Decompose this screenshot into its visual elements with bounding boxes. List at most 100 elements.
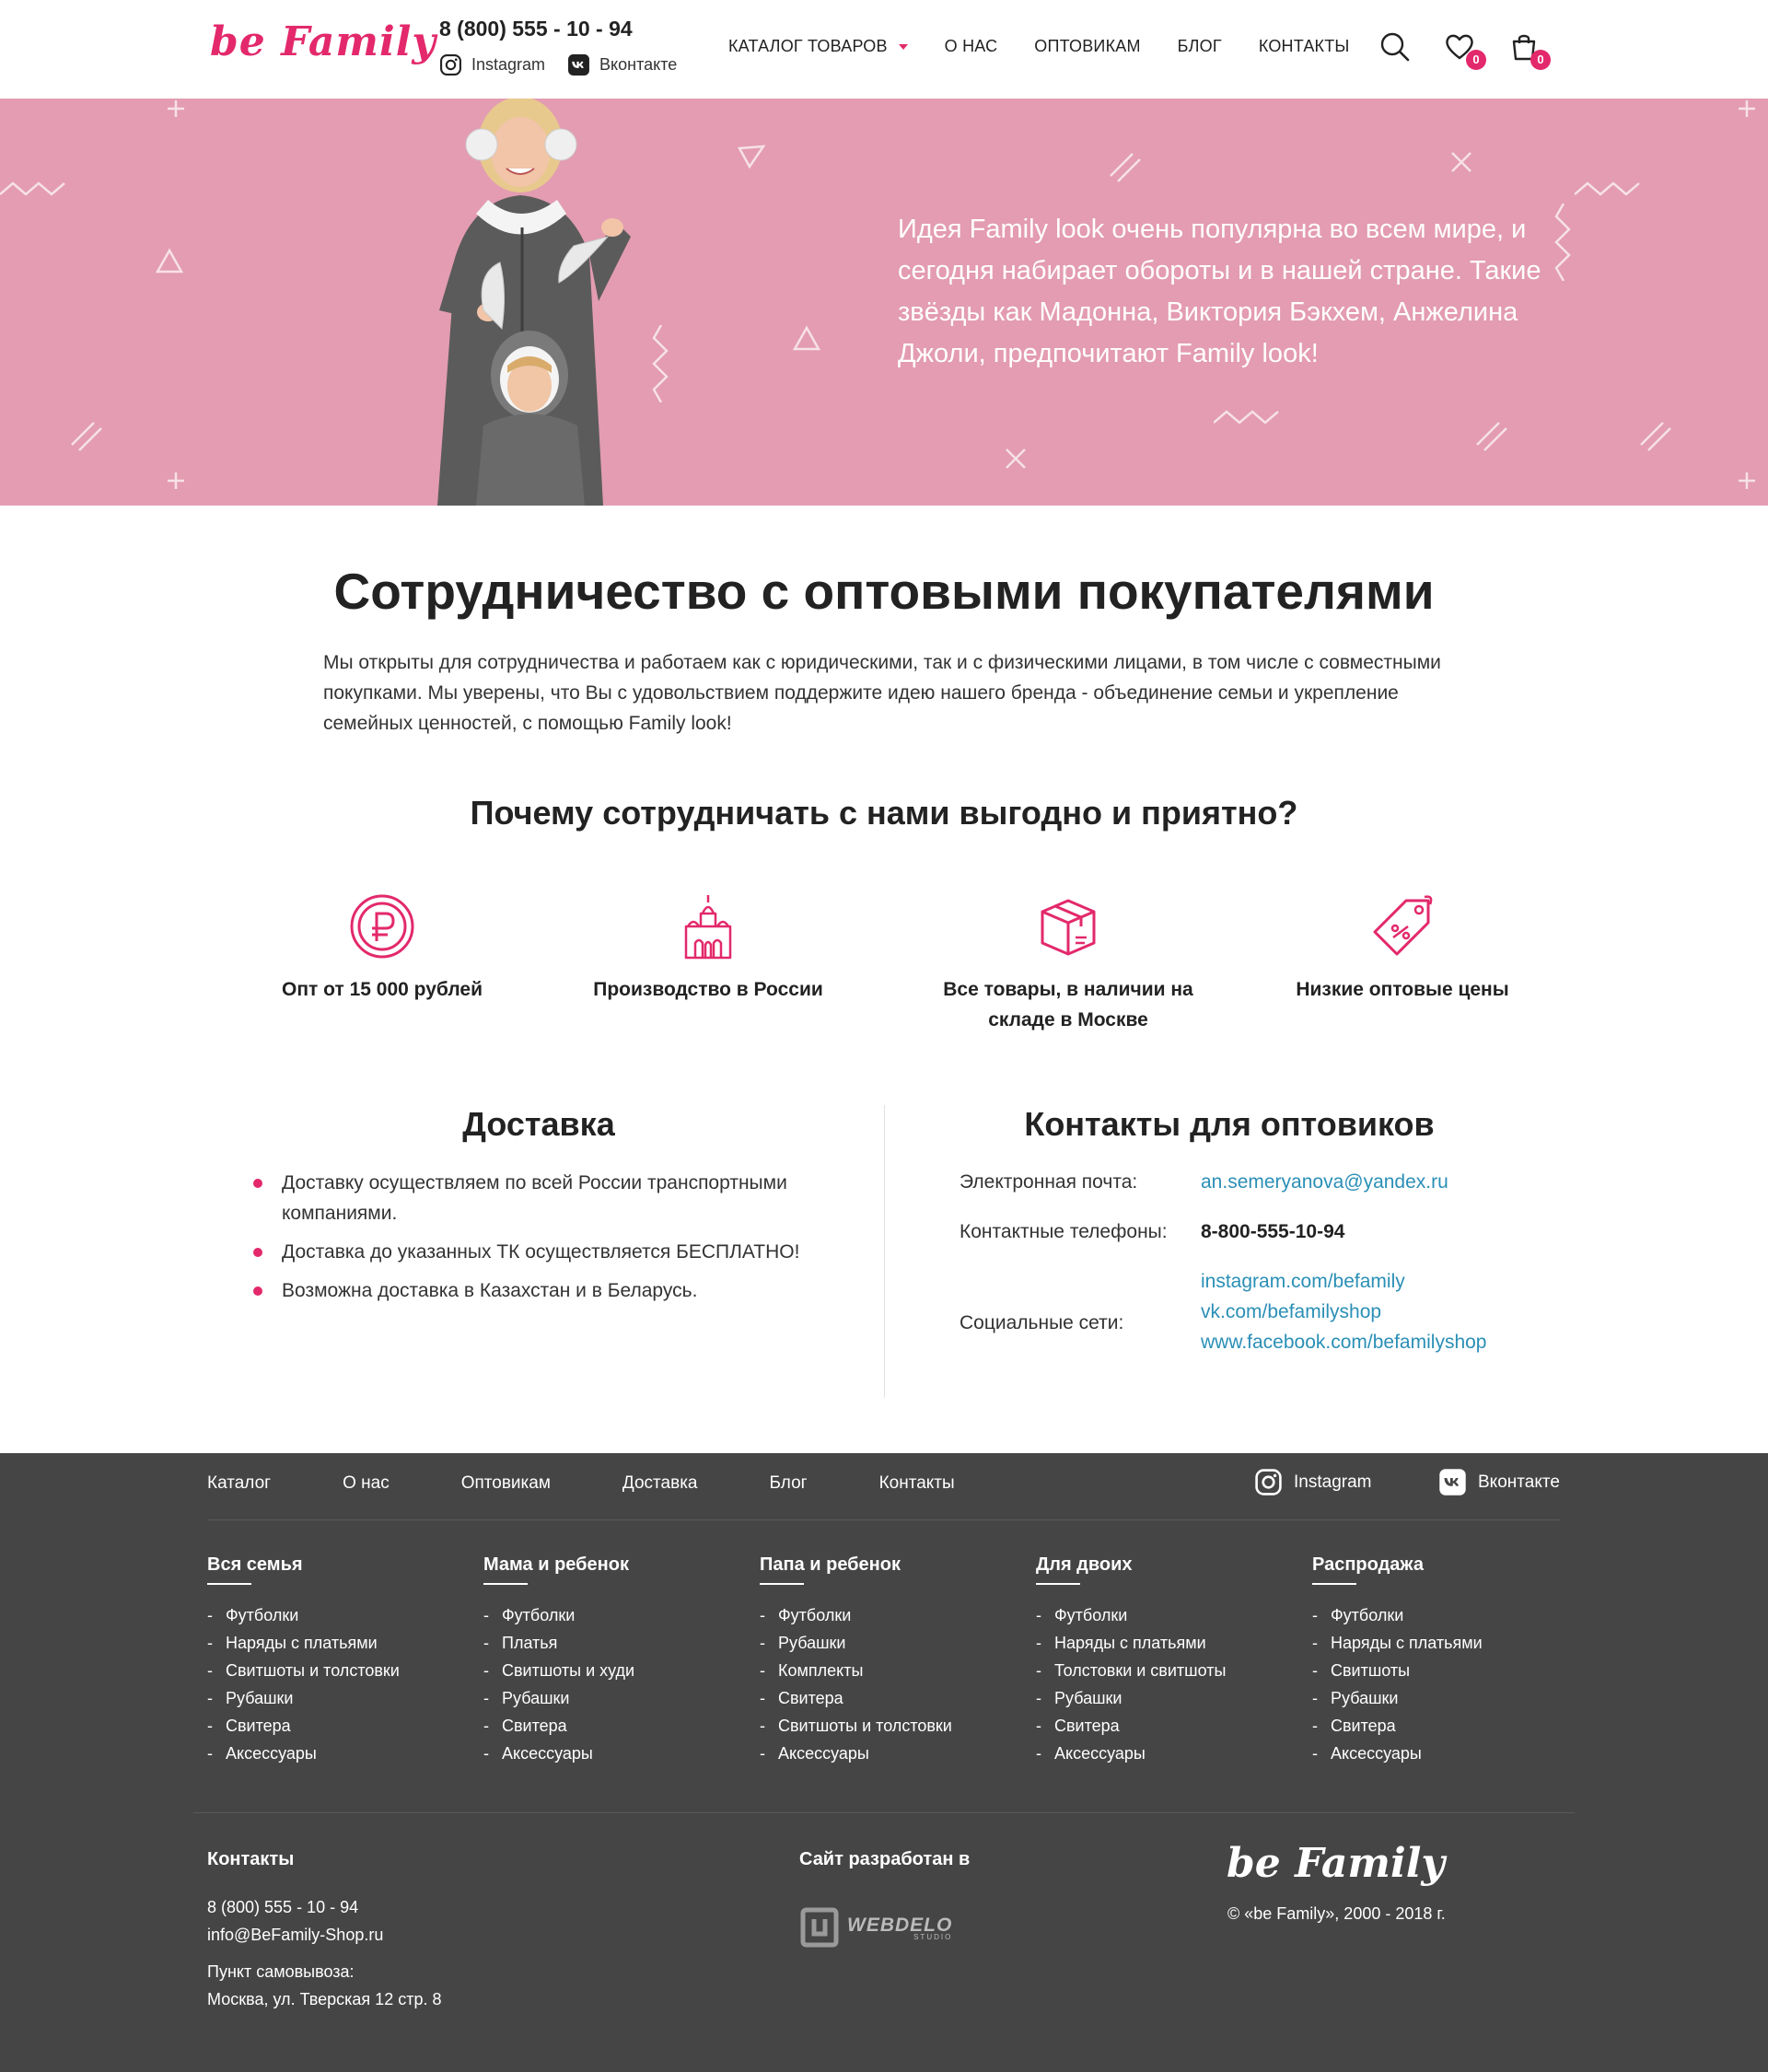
benefit-item: Производство в России <box>588 893 828 1005</box>
footer-category-link[interactable]: - Аксессуары <box>207 1740 474 1767</box>
footer-category-link[interactable]: - Платья <box>483 1629 750 1657</box>
footer-category-title[interactable]: Для двоих <box>1036 1554 1303 1585</box>
site-logo[interactable]: be Family <box>210 18 436 65</box>
footer-category-column: Вся семья - Футболки - Наряды с платьями -… <box>207 1554 474 1767</box>
footer-category-link[interactable]: - Рубашки <box>1036 1684 1303 1712</box>
footer-nav-wholesale[interactable]: Оптовикам <box>461 1473 551 1494</box>
bullet-icon <box>253 1286 262 1296</box>
footer-category-title[interactable]: Распродажа <box>1312 1554 1579 1585</box>
footer-pickup-address: Москва, ул. Тверская 12 стр. 8 <box>207 1990 442 2008</box>
footer-nav-delivery[interactable]: Доставка <box>622 1473 698 1494</box>
footer-category-link[interactable]: - Аксессуары <box>1312 1740 1579 1767</box>
slashes-decor-icon <box>1476 422 1507 451</box>
footer-category-link[interactable]: - Свитера <box>1036 1712 1303 1740</box>
footer-category-link[interactable]: - Свитера <box>207 1712 474 1740</box>
slashes-decor-icon <box>1110 153 1141 182</box>
footer-nav-about[interactable]: О нас <box>343 1473 390 1494</box>
wave-decor-icon <box>1554 204 1571 281</box>
price-tag-icon <box>1373 895 1433 956</box>
instagram-label: Instagram <box>471 55 546 74</box>
main-nav: КАТАЛОГ ТОВАРОВ О НАС ОПТОВИКАМ БЛОГ КОН… <box>728 37 1387 56</box>
footer-category-link[interactable]: - Наряды с платьями <box>207 1629 474 1657</box>
search-button[interactable] <box>1379 31 1413 64</box>
footer-category-link[interactable]: - Свитшоты <box>1312 1657 1579 1684</box>
benefits-list: Опт от 15 000 рублей Производство в Росс… <box>244 893 1625 1050</box>
footer-email[interactable]: info@BeFamily-Shop.ru <box>207 1921 383 1949</box>
footer-category-link[interactable]: - Аксессуары <box>1036 1740 1303 1767</box>
page-title: Сотрудничество с оптовыми покупателями <box>333 563 1435 620</box>
plus-decor-icon <box>1739 100 1755 117</box>
bullet-icon <box>253 1248 262 1257</box>
footer-category-link[interactable]: - Свитера <box>760 1684 1027 1712</box>
social-link-vk[interactable]: vk.com/befamilyshop <box>1201 1301 1381 1323</box>
nav-contacts[interactable]: КОНТАКТЫ <box>1259 37 1350 56</box>
footer-category-link[interactable]: - Наряды с платьями <box>1036 1629 1303 1657</box>
footer-category-link[interactable]: - Аксессуары <box>760 1740 1027 1767</box>
wishlist-button[interactable]: 0 <box>1444 31 1486 70</box>
cart-button[interactable]: 0 <box>1508 31 1551 70</box>
delivery-list: Доставку осуществляем по всей России тра… <box>253 1168 833 1314</box>
social-link-instagram[interactable]: instagram.com/befamily <box>1201 1271 1405 1293</box>
footer-category-link[interactable]: - Футболки <box>483 1601 750 1629</box>
footer-category-title[interactable]: Вся семья <box>207 1554 474 1585</box>
footer-category-link[interactable]: - Толстовки и свитшоты <box>1036 1657 1303 1684</box>
header-phone[interactable]: 8 (800) 555 - 10 - 94 <box>439 17 633 41</box>
phone-value[interactable]: 8-800-555-10-94 <box>1201 1221 1344 1243</box>
footer-vk-link[interactable]: Вконтакте <box>1438 1468 1560 1496</box>
footer-category-link[interactable]: - Наряды с платьями <box>1312 1629 1579 1657</box>
footer-category-link[interactable]: - Футболки <box>1312 1601 1579 1629</box>
footer-category-link[interactable]: - Свитшоты и худи <box>483 1657 750 1684</box>
nav-wholesale[interactable]: ОПТОВИКАМ <box>1034 37 1140 56</box>
footer-category-link[interactable]: - Рубашки <box>483 1684 750 1712</box>
header-vk-link[interactable]: Вконтакте <box>567 53 677 76</box>
cross-decor-icon <box>1451 152 1471 172</box>
zigzag-decor-icon <box>1575 181 1640 196</box>
footer-category-link[interactable]: - Рубашки <box>760 1629 1027 1657</box>
footer-divider <box>193 1812 1575 1813</box>
footer-category-link[interactable]: - Комплекты <box>760 1657 1027 1684</box>
footer-nav-catalog[interactable]: Каталог <box>207 1473 271 1494</box>
footer-category-link[interactable]: - Футболки <box>207 1601 474 1629</box>
benefit-label: Все товары, в наличии на складе в Москве <box>943 979 1193 1030</box>
benefit-label: Производство в России <box>593 979 823 1000</box>
footer-category-link[interactable]: - Рубашки <box>207 1684 474 1712</box>
delivery-item: Доставку осуществляем по всей России тра… <box>253 1168 833 1228</box>
footer-category-link[interactable]: - Футболки <box>1036 1601 1303 1629</box>
footer-category-link[interactable]: - Рубашки <box>1312 1684 1579 1712</box>
footer-logo[interactable]: be Family <box>1227 1840 1445 1887</box>
footer-category-link[interactable]: - Свитшоты и толстовки <box>207 1657 474 1684</box>
footer-nav-blog[interactable]: Блог <box>770 1473 808 1494</box>
footer-category-title[interactable]: Мама и ребенок <box>483 1554 750 1585</box>
footer-category-column: Мама и ребенок - Футболки - Платья - Свитшо… <box>483 1554 750 1767</box>
benefit-label: Опт от 15 000 рублей <box>282 979 483 1000</box>
delivery-item-text: Возможна доставка в Казахстан и в Белару… <box>282 1280 698 1301</box>
footer-phone[interactable]: 8 (800) 555 - 10 - 94 <box>207 1893 358 1921</box>
nav-catalog-label: КАТАЛОГ ТОВАРОВ <box>728 37 888 55</box>
copyright: © «be Family», 2000 - 2018 г. <box>1227 1904 1446 1923</box>
nav-catalog[interactable]: КАТАЛОГ ТОВАРОВ <box>728 37 908 56</box>
header-instagram-link[interactable]: Instagram <box>439 53 545 76</box>
footer-category-link[interactable]: - Свитшоты и толстовки <box>760 1712 1027 1740</box>
hero-text: Идея Family look очень популярна во всем… <box>898 215 1541 368</box>
box-icon <box>1041 899 1096 956</box>
delivery-item: Доставка до указанных ТК осуществляется … <box>253 1237 833 1267</box>
footer-category-link[interactable]: - Свитера <box>483 1712 750 1740</box>
nav-blog[interactable]: БЛОГ <box>1178 37 1222 56</box>
footer-category-link[interactable]: - Футболки <box>760 1601 1027 1629</box>
footer-instagram-label: Instagram <box>1294 1472 1372 1492</box>
footer-instagram-link[interactable]: Instagram <box>1254 1468 1371 1496</box>
footer-pickup-label: Пункт самовывоза: <box>207 1962 355 1981</box>
delivery-item: Возможна доставка в Казахстан и в Белару… <box>253 1275 833 1306</box>
vk-icon <box>568 54 590 76</box>
footer-category-column: Папа и ребенок - Футболки - Рубашки - Компл… <box>760 1554 1027 1767</box>
footer-category-title[interactable]: Папа и ребенок <box>760 1554 1027 1585</box>
developer-logo[interactable]: WEBDELO STUDIO <box>799 1906 952 1949</box>
hero-banner: Идея Family look очень популярна во всем… <box>0 99 1768 506</box>
nav-about[interactable]: О НАС <box>945 37 998 56</box>
social-link-facebook[interactable]: www.facebook.com/befamilyshop <box>1201 1332 1486 1354</box>
email-link[interactable]: an.semeryanova@yandex.ru <box>1201 1171 1448 1193</box>
footer-nav-contacts[interactable]: Контакты <box>879 1473 955 1494</box>
wishlist-count-badge: 0 <box>1466 50 1486 70</box>
footer-category-link[interactable]: - Свитера <box>1312 1712 1579 1740</box>
footer-category-link[interactable]: - Аксессуары <box>483 1740 750 1767</box>
